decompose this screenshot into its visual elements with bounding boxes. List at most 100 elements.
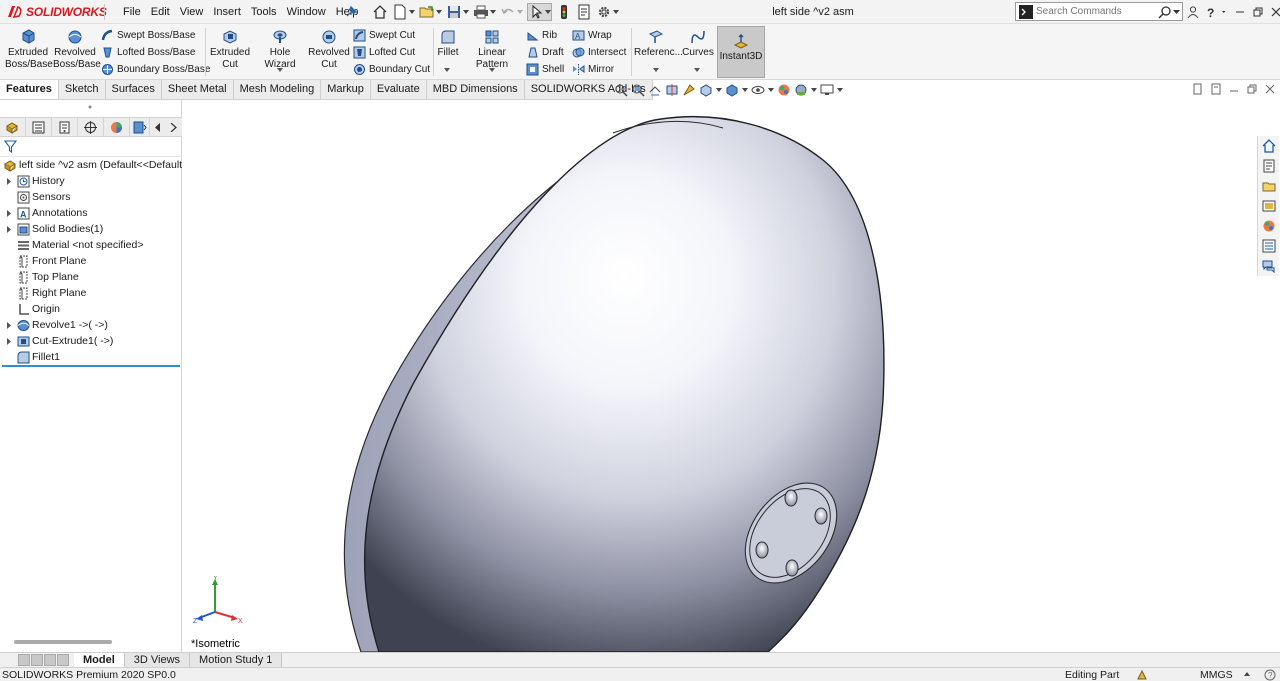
tree-item-origin[interactable]: Origin [0, 301, 182, 317]
search-icon[interactable] [1158, 5, 1172, 19]
pin-menu-icon[interactable] [344, 5, 358, 19]
tab-featuremanager-tree[interactable] [0, 118, 26, 136]
task-pane-file-explorer[interactable] [1258, 196, 1280, 216]
minimize-icon[interactable] [1233, 5, 1247, 19]
zoom-to-area-icon[interactable] [631, 83, 645, 97]
tab-features[interactable]: Features [0, 80, 59, 99]
mirror-button[interactable]: Mirror [572, 61, 614, 78]
rib-button[interactable]: Rib [526, 27, 557, 44]
boundary-cut-button[interactable]: Boundary Cut [353, 61, 430, 78]
tree-item-material[interactable]: Material <not specified> [0, 237, 182, 253]
wrap-button[interactable]: A Wrap [572, 27, 612, 44]
task-pane-custom-properties[interactable] [1258, 236, 1280, 256]
task-pane-resources[interactable] [1258, 156, 1280, 176]
restore-icon[interactable] [1251, 5, 1265, 19]
extruded-cut-button[interactable]: Extruded Cut [208, 26, 252, 71]
model-view[interactable] [183, 100, 1280, 652]
chevron-down-icon[interactable] [489, 68, 495, 73]
chevron-down-icon[interactable] [716, 87, 722, 93]
view-orientation-icon[interactable] [699, 83, 713, 97]
swept-boss-button[interactable]: Swept Boss/Base [101, 27, 195, 44]
tab-dimxpert-manager[interactable] [78, 118, 104, 136]
previous-view-icon[interactable] [648, 83, 662, 97]
section-view-icon[interactable] [665, 83, 679, 97]
doc-minimize-icon[interactable] [1228, 83, 1240, 95]
chevron-down-icon[interactable] [742, 87, 748, 93]
tabs-scroll-right[interactable] [166, 118, 180, 136]
fillet-button[interactable]: Fillet [436, 26, 460, 59]
tile-icon[interactable] [1192, 83, 1204, 95]
search-commands-box[interactable] [1015, 2, 1183, 21]
shell-button[interactable]: Shell [526, 61, 564, 78]
tab-sheet-metal[interactable]: Sheet Metal [162, 80, 234, 99]
tree-item-right-plane[interactable]: Right Plane [0, 285, 182, 301]
chevron-down-icon[interactable] [694, 68, 700, 73]
home-button[interactable] [372, 3, 388, 21]
revolved-cut-button[interactable]: Revolved Cut [308, 26, 350, 71]
zoom-to-fit-icon[interactable] [614, 83, 628, 97]
menu-view[interactable]: View [175, 0, 209, 24]
curves-button[interactable]: Curves [681, 26, 715, 59]
save-button[interactable] [446, 3, 469, 21]
horizontal-scrollbar[interactable] [14, 640, 112, 644]
tab-evaluate[interactable]: Evaluate [371, 80, 427, 99]
tree-item-front-plane[interactable]: Front Plane [0, 253, 182, 269]
chevron-down-icon[interactable] [444, 68, 450, 73]
expand-arrow-icon[interactable] [6, 337, 12, 345]
tab-sketch[interactable]: Sketch [59, 80, 106, 99]
rollback-bar[interactable] [2, 365, 180, 367]
tab-property-manager[interactable] [26, 118, 52, 136]
dome-model[interactable] [343, 116, 885, 652]
filter-icon[interactable] [4, 140, 17, 153]
expand-arrow-icon[interactable] [6, 225, 12, 233]
chevron-down-icon[interactable] [277, 68, 283, 73]
task-pane-forum[interactable] [1258, 256, 1280, 276]
task-pane-home[interactable] [1258, 136, 1280, 156]
close-icon[interactable] [1269, 5, 1280, 19]
view-settings-icon[interactable] [820, 83, 834, 97]
tree-item-cut-extrude1[interactable]: Cut-Extrude1( ->) [0, 333, 182, 349]
expand-arrow-icon[interactable] [6, 209, 12, 217]
menu-tools[interactable]: Tools [246, 0, 282, 24]
hole-wizard-button[interactable]: Hole Wizard [254, 26, 306, 71]
revolved-boss-button[interactable]: Revolved Boss/Base [53, 26, 101, 71]
doc-close-icon[interactable] [1264, 83, 1276, 95]
tab-cam[interactable] [130, 118, 150, 136]
edit-appearance-icon[interactable] [777, 83, 791, 97]
tree-item-fillet1[interactable]: Fillet1 [0, 349, 182, 365]
solidworks-logo[interactable]: SOLIDWORKS [6, 3, 107, 21]
collapse-panel-icon[interactable] [86, 104, 94, 110]
lofted-boss-button[interactable]: Lofted Boss/Base [101, 44, 195, 61]
tree-item-annotations[interactable]: A Annotations [0, 205, 182, 221]
instant3d-button[interactable]: Instant3D [717, 26, 765, 78]
help-icon[interactable]: ? [1204, 5, 1218, 19]
tab-configuration-manager[interactable] [52, 118, 78, 136]
chevron-down-icon[interactable] [1173, 8, 1180, 15]
user-icon[interactable] [1186, 5, 1200, 19]
draft-button[interactable]: Draft [526, 44, 564, 61]
tree-item-solid-bodies[interactable]: Solid Bodies(1) [0, 221, 182, 237]
tab-motion-study-1[interactable]: Motion Study 1 [190, 653, 283, 668]
tab-mbd-dimensions[interactable]: MBD Dimensions [427, 80, 525, 99]
chevron-up-icon[interactable] [1244, 672, 1250, 677]
menu-insert[interactable]: Insert [208, 0, 246, 24]
chevron-down-icon[interactable] [1222, 5, 1229, 19]
tab-3d-views[interactable]: 3D Views [124, 653, 191, 668]
tab-markup[interactable]: Markup [321, 80, 371, 99]
tab-mesh-modeling[interactable]: Mesh Modeling [234, 80, 322, 99]
hide-show-items-icon[interactable] [751, 83, 765, 97]
unit-system[interactable]: MMGS [1200, 668, 1233, 681]
file-properties-button[interactable] [576, 3, 592, 21]
swept-cut-button[interactable]: Swept Cut [353, 27, 415, 44]
apply-scene-icon[interactable] [794, 83, 808, 97]
print-button[interactable] [473, 3, 496, 21]
menu-window[interactable]: Window [282, 0, 331, 24]
tree-item-top-plane[interactable]: Top Plane [0, 269, 182, 285]
quick-tips-icon[interactable]: ? [1264, 669, 1276, 681]
next-tab-arrow[interactable] [44, 654, 56, 666]
new-document-button[interactable] [392, 3, 415, 21]
rebuild-button[interactable] [556, 3, 572, 21]
tree-item-sensors[interactable]: Sensors [0, 189, 182, 205]
lofted-cut-button[interactable]: Lofted Cut [353, 44, 415, 61]
expand-arrow-icon[interactable] [6, 177, 12, 185]
